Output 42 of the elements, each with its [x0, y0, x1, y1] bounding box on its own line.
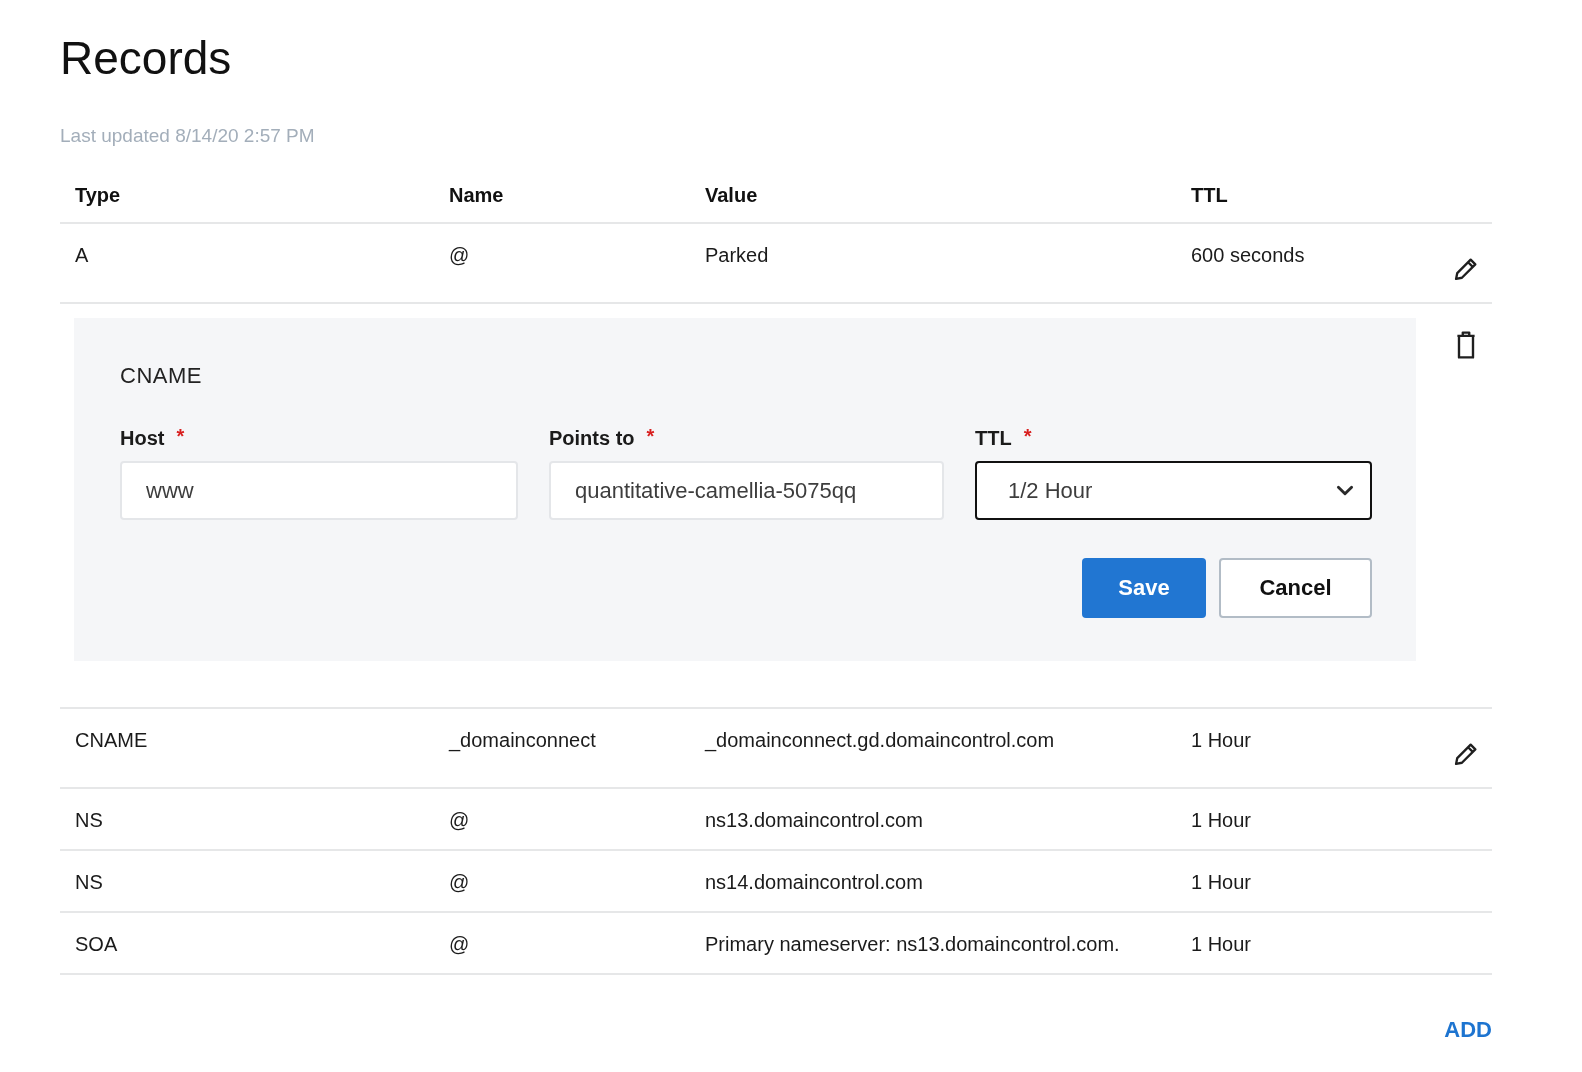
table-cell-text: 600 seconds: [1191, 243, 1306, 268]
required-asterisk: *: [176, 426, 185, 446]
table-cell-text: @: [449, 932, 471, 957]
column-header: Value: [705, 183, 758, 207]
table-cell-text: @: [449, 808, 471, 833]
table-cell-text: SOA: [75, 932, 119, 957]
table-cell-text: CNAME: [75, 728, 149, 753]
column-header: TTL: [1191, 183, 1228, 207]
field-label: TTL: [975, 426, 1012, 450]
table-cell-text: NS: [75, 808, 104, 833]
table-cell-text: ns13.domaincontrol.com: [705, 808, 924, 833]
column-header: Name: [449, 183, 504, 207]
table-cell-text: ns14.domaincontrol.com: [705, 870, 924, 895]
input-field[interactable]: quantitative-camellia-5075qq: [549, 461, 944, 520]
last-updated-text: Last updated 8/14/20 2:57 PM: [60, 124, 315, 148]
trash-icon[interactable]: [1455, 331, 1477, 359]
column-header: Type: [75, 183, 121, 207]
table-cell-text: @: [449, 243, 471, 268]
ttl-select[interactable]: 1/2 Hour: [975, 461, 1372, 520]
field-label: Host: [120, 426, 165, 450]
table-cell-text: Parked: [705, 243, 770, 268]
cancel-button[interactable]: Cancel: [1219, 558, 1372, 618]
table-cell-text: 1 Hour: [1191, 728, 1253, 753]
table-cell-text: NS: [75, 870, 104, 895]
table-cell-text: _domainconnect: [449, 728, 597, 754]
table-cell-text: Primary nameserver: ns13.domaincontrol.com.: [705, 932, 1121, 957]
table-cell-text: 1 Hour: [1191, 932, 1253, 957]
input-field[interactable]: www: [120, 461, 518, 520]
table-cell-text: A: [75, 243, 90, 268]
table-cell-text: _domainconnect.gd.domaincontrol.com: [705, 728, 1056, 754]
pencil-icon[interactable]: [1452, 740, 1480, 768]
table-cell-text: 1 Hour: [1191, 870, 1253, 895]
table-cell-text: 1 Hour: [1191, 808, 1253, 833]
page-title: Records: [60, 31, 232, 86]
required-asterisk: *: [1023, 426, 1032, 446]
table-cell-text: @: [449, 870, 471, 895]
save-button[interactable]: Save: [1082, 558, 1206, 618]
chevron-down-icon: [1336, 485, 1354, 496]
add-link[interactable]: ADD: [1444, 1017, 1492, 1043]
record-type-label: CNAME: [120, 362, 202, 390]
field-label: Points to: [549, 426, 635, 450]
required-asterisk: *: [646, 426, 655, 446]
